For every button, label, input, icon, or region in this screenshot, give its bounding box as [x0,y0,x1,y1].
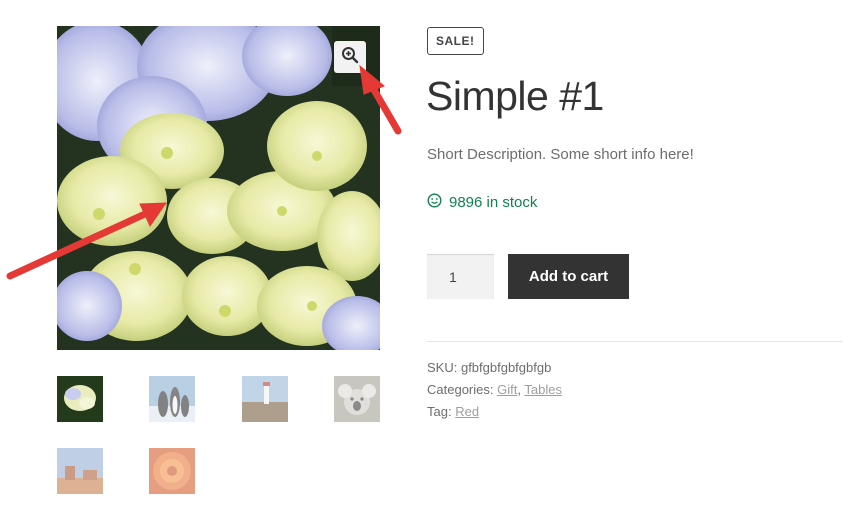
zoom-button[interactable] [334,41,366,73]
gallery-thumbnail-penguins[interactable] [149,376,195,422]
product-title: Simple #1 [426,73,604,119]
product-categories: Categories: Gift, Tables [427,382,562,397]
category-link-tables[interactable]: Tables [524,382,562,397]
add-to-cart-button[interactable]: Add to cart [508,254,629,299]
category-link-gift[interactable]: Gift [497,382,517,397]
gallery-thumbnail-desert[interactable] [57,448,103,494]
smiley-icon [427,193,442,212]
product-tags: Tag: Red [427,404,479,419]
categories-label: Categories: [427,382,494,397]
gallery-thumbnail-koala[interactable] [334,376,380,422]
tag-link-red[interactable]: Red [455,404,479,419]
quantity-input[interactable] [427,254,494,299]
gallery-thumbnail-hydrangea[interactable] [57,376,103,422]
stock-text: 9896 in stock [449,194,538,211]
sku-value: gfbfgbfgbfgbfgb [460,360,552,375]
category-separator: , [517,382,521,397]
tag-label: Tag: [427,404,452,419]
sale-badge: SALE! [427,27,484,55]
zoom-in-icon [341,46,359,69]
gallery-thumbnail-chrysanthemum[interactable] [149,448,195,494]
gallery-thumbnail-lighthouse[interactable] [242,376,288,422]
divider [427,341,843,342]
stock-status: 9896 in stock [427,193,537,212]
short-description: Short Description. Some short info here! [427,146,694,163]
sku-label: SKU: [427,360,458,375]
product-sku: SKU: gfbfgbfgbfgbfgb [427,360,551,375]
product-main-image[interactable] [57,26,380,350]
